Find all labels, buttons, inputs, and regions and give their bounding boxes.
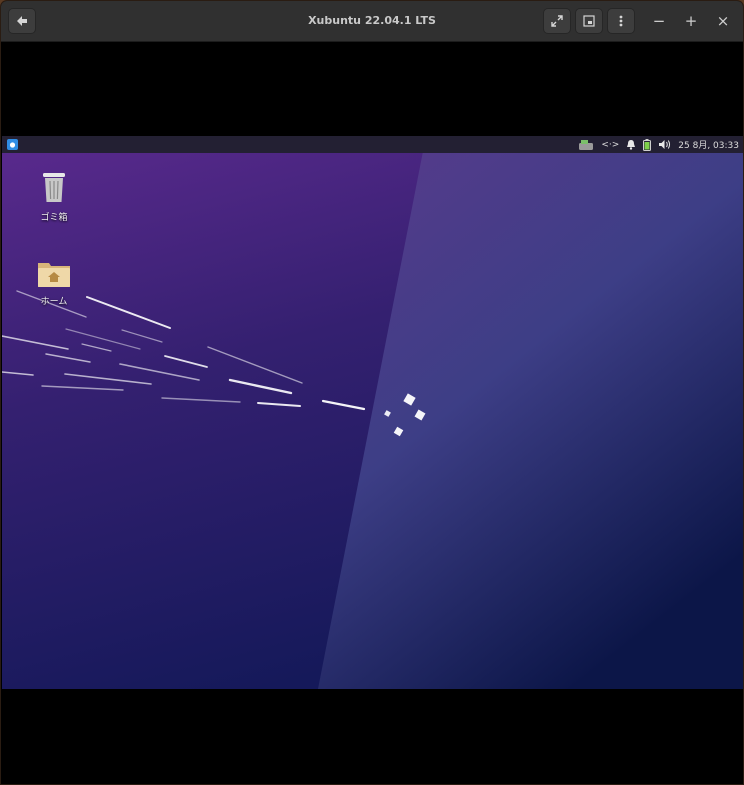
desktop-icon-label: ホーム	[40, 297, 68, 307]
network-status[interactable]: <·>	[601, 140, 619, 150]
notification-bell-icon[interactable]	[626, 139, 636, 150]
maximize-button[interactable]: +	[679, 8, 703, 34]
screenshot-button[interactable]	[575, 8, 603, 34]
title-bar[interactable]: Xubuntu 22.04.1 LTS − + ×	[1, 1, 743, 42]
battery-icon[interactable]	[643, 138, 652, 151]
desktop-icon-home[interactable]: ホーム	[24, 260, 84, 307]
minimize-button[interactable]: −	[647, 8, 671, 34]
fullscreen-button[interactable]	[543, 8, 571, 34]
desktop-icon-label: ゴミ箱	[40, 213, 68, 223]
guest-screen[interactable]: <·> 25 8月, 03:33 ゴミ箱 ホーム	[2, 136, 743, 689]
back-button[interactable]	[8, 8, 36, 34]
kebab-menu-icon	[619, 15, 623, 27]
back-arrow-icon	[17, 16, 27, 26]
clock[interactable]: 25 8月, 03:33	[678, 138, 739, 151]
whisker-menu-button[interactable]	[7, 139, 18, 150]
home-folder-icon	[38, 263, 70, 287]
menu-button[interactable]	[607, 8, 635, 34]
expand-icon	[551, 15, 563, 27]
wallpaper	[2, 136, 743, 689]
close-button[interactable]: ×	[711, 8, 735, 34]
top-panel: <·> 25 8月, 03:33	[2, 136, 743, 153]
network-manager-icon[interactable]	[578, 139, 594, 151]
picture-icon	[583, 15, 595, 27]
vm-viewer-window: Xubuntu 22.04.1 LTS − + × <·> 25 8月, 03:…	[1, 1, 743, 784]
trash-icon	[43, 173, 65, 202]
xubuntu-logo-icon	[7, 139, 18, 150]
desktop-icon-trash[interactable]: ゴミ箱	[24, 170, 84, 223]
volume-icon[interactable]	[658, 139, 671, 150]
